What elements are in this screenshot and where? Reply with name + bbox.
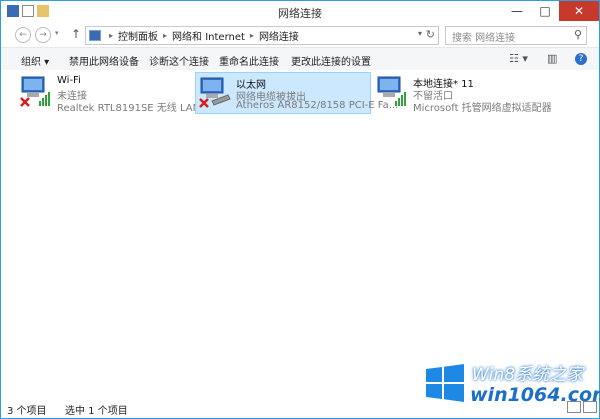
view-options-icon[interactable]: ☷ ▾	[509, 52, 528, 65]
connections-list: Wi-Fi 未连接 Realtek RTL8191SE 无线 LAN 8... …	[1, 70, 599, 396]
connection-item-ethernet[interactable]: 以太网 网络电缆被拔出 Atheros AR8152/8158 PCI-E Fa…	[195, 72, 398, 114]
search-icon[interactable]: ⚲	[574, 28, 582, 41]
close-button[interactable]: ✕	[559, 1, 599, 21]
breadcrumb-network-connections[interactable]: 网络连接	[259, 28, 299, 43]
refresh-icon[interactable]: ↻	[426, 28, 435, 41]
help-icon[interactable]: ?	[575, 53, 587, 65]
search-placeholder[interactable]: 搜索 网络连接	[452, 29, 515, 44]
breadcrumb-separator[interactable]: ▸	[109, 31, 113, 40]
address-bar[interactable]: ▸ 控制面板 ▸ 网络和 Internet ▸ 网络连接 ▾ ↻	[85, 26, 439, 45]
explorer-window: 网络连接 — □ ✕ ← → ▾ ↑ ▸ 控制面板 ▸ 网络和 Internet…	[0, 0, 600, 419]
address-dropdown-icon[interactable]: ▾	[418, 29, 422, 38]
search-box[interactable]: 搜索 网络连接 ⚲	[445, 26, 587, 45]
virtual-adapter-icon	[377, 76, 406, 106]
up-button[interactable]: ↑	[71, 27, 81, 41]
minimize-button[interactable]: —	[503, 1, 531, 21]
windows-logo-icon	[426, 364, 464, 402]
back-button[interactable]: ←	[15, 27, 31, 43]
item-count: 3 个项目	[7, 406, 47, 417]
preview-pane-icon[interactable]: ▥	[547, 52, 557, 65]
watermark: Win8系统之家 win1064.com	[424, 358, 600, 414]
wifi-adapter-icon	[20, 76, 50, 107]
organize-menu[interactable]: 组织 ▾	[21, 53, 49, 68]
rename-connection-button[interactable]: 重命名此连接	[219, 53, 279, 68]
title-bar: 网络连接 — □ ✕	[1, 1, 599, 23]
breadcrumb-separator[interactable]: ▸	[163, 31, 167, 40]
change-settings-button[interactable]: 更改此连接的设置	[291, 53, 371, 68]
maximize-button[interactable]: □	[531, 1, 559, 21]
address-bar-row: ← → ▾ ↑ ▸ 控制面板 ▸ 网络和 Internet ▸ 网络连接 ▾ ↻…	[1, 23, 599, 47]
command-bar: 组织 ▾ 禁用此网络设备 诊断这个连接 重命名此连接 更改此连接的设置 ☷ ▾ …	[1, 47, 599, 71]
disable-device-button[interactable]: 禁用此网络设备	[69, 53, 139, 68]
watermark-url: win1064.com	[470, 384, 600, 406]
forward-button[interactable]: →	[35, 27, 51, 43]
control-panel-icon	[89, 30, 101, 41]
connection-item-wifi[interactable]: Wi-Fi 未连接 Realtek RTL8191SE 无线 LAN 8...	[17, 72, 219, 114]
diagnose-connection-button[interactable]: 诊断这个连接	[149, 53, 209, 68]
connection-adapter: Microsoft 托管网络虚拟适配器	[413, 103, 552, 114]
connection-item-local-11[interactable]: 本地连接* 11 不留活口 Microsoft 托管网络虚拟适配器	[373, 72, 573, 114]
breadcrumb-control-panel[interactable]: 控制面板	[118, 28, 158, 43]
breadcrumb-separator[interactable]: ▸	[250, 31, 254, 40]
recent-locations-icon[interactable]: ▾	[55, 29, 59, 37]
watermark-brand: Win8系统之家	[472, 365, 584, 385]
selection-count: 选中 1 个项目	[65, 406, 128, 417]
ethernet-adapter-icon	[199, 77, 231, 108]
connection-name: Wi-Fi	[57, 75, 81, 86]
breadcrumb-network-internet[interactable]: 网络和 Internet	[172, 28, 245, 43]
